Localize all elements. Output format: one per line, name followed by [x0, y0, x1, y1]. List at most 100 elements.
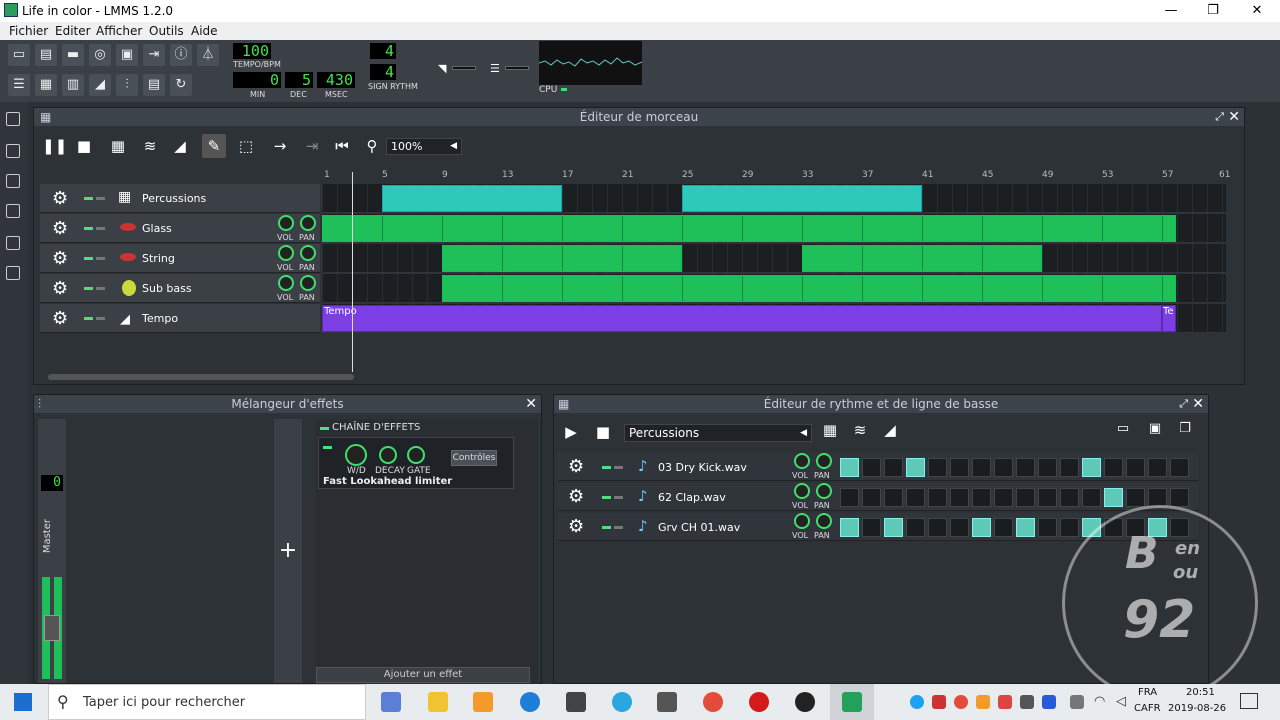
volume-knob[interactable]: [794, 483, 810, 499]
track-grid[interactable]: [322, 274, 1226, 303]
bb-track-gear-icon[interactable]: ⚙: [568, 486, 584, 507]
step-button[interactable]: [840, 458, 859, 477]
step-button[interactable]: [862, 458, 881, 477]
beat-clip[interactable]: [382, 185, 562, 212]
bb-track-gear-icon[interactable]: ⚙: [568, 456, 584, 477]
beat-editor-maximize[interactable]: ⤢: [1179, 395, 1188, 413]
bb-stop-button[interactable]: ■: [592, 421, 614, 443]
mute-led[interactable]: [84, 287, 93, 290]
add-effect-button[interactable]: Ajouter un effet: [316, 667, 530, 683]
track-name[interactable]: Sub bass: [142, 282, 192, 295]
master-volume-slider[interactable]: [452, 66, 476, 70]
controller-rack-icon[interactable]: ↻: [170, 74, 192, 96]
draw-mode-icon[interactable]: ✎: [202, 134, 226, 158]
step-button[interactable]: [1016, 458, 1035, 477]
mute-led[interactable]: [602, 526, 611, 529]
menu-aide[interactable]: Aide: [191, 24, 218, 38]
beat-editor-close[interactable]: ✕: [1192, 395, 1204, 413]
wet-dry-knob[interactable]: [345, 444, 367, 466]
solo-led[interactable]: [96, 227, 105, 230]
menu-afficher[interactable]: Afficher: [96, 24, 142, 38]
track-grid[interactable]: [322, 184, 1226, 213]
track-name[interactable]: Glass: [142, 222, 172, 235]
add-beat-track-icon[interactable]: ▦: [106, 134, 130, 158]
open-project-icon[interactable]: ▬: [62, 44, 84, 66]
info-icon[interactable]: ⓘ: [170, 44, 192, 66]
track-grid[interactable]: [322, 214, 1226, 243]
clock-time[interactable]: 20:51: [1186, 687, 1215, 698]
step-button[interactable]: [950, 458, 969, 477]
step-button[interactable]: [884, 488, 903, 507]
add-automation-icon[interactable]: ◢: [878, 421, 902, 443]
track-settings-gear-icon[interactable]: ⚙: [52, 248, 68, 269]
fx-mixer-close[interactable]: ✕: [525, 395, 537, 413]
beat-editor-icon[interactable]: ▦: [35, 74, 57, 96]
tray-icon[interactable]: [976, 695, 990, 709]
step-button[interactable]: [1170, 458, 1189, 477]
obs-icon[interactable]: [795, 692, 815, 712]
new-project-icon[interactable]: ▭: [8, 44, 30, 66]
track-name[interactable]: Percussions: [142, 192, 206, 205]
close-button[interactable]: ✕: [1234, 1, 1280, 21]
edge-browser-icon[interactable]: [520, 692, 540, 712]
track-grid[interactable]: Tempo Te: [322, 304, 1226, 333]
track-grid[interactable]: [322, 244, 1226, 273]
loop-points-icon[interactable]: ⇥: [300, 134, 324, 158]
remove-steps-icon[interactable]: ▭: [1112, 421, 1134, 443]
step-button[interactable]: [906, 458, 925, 477]
effect-slot[interactable]: W/D DECAY GATE Contrôles Fast Lookahead …: [318, 437, 514, 489]
opera-icon[interactable]: [749, 692, 769, 712]
pattern-clip[interactable]: [322, 215, 1176, 242]
step-button[interactable]: [862, 518, 881, 537]
track-settings-gear-icon[interactable]: ⚙: [52, 308, 68, 329]
step-button[interactable]: [994, 488, 1013, 507]
media-player-icon[interactable]: [473, 692, 493, 712]
step-button[interactable]: [928, 458, 947, 477]
auto-scroll-icon[interactable]: →: [268, 134, 292, 158]
volume-knob[interactable]: [794, 513, 810, 529]
solo-led[interactable]: [614, 496, 623, 499]
step-button[interactable]: [928, 518, 947, 537]
solo-led[interactable]: [96, 257, 105, 260]
volume-knob[interactable]: [278, 245, 294, 261]
step-button[interactable]: [1038, 458, 1057, 477]
track-settings-gear-icon[interactable]: ⚙: [52, 188, 68, 209]
mail-icon[interactable]: [657, 692, 677, 712]
step-button[interactable]: [906, 488, 925, 507]
bb-play-button[interactable]: ▶: [560, 421, 582, 443]
computer-icon[interactable]: [6, 266, 20, 280]
root-directory-icon[interactable]: [6, 236, 20, 250]
step-button[interactable]: [840, 488, 859, 507]
menu-outils[interactable]: Outils: [149, 24, 184, 38]
step-button[interactable]: [862, 488, 881, 507]
track-settings-gear-icon[interactable]: ⚙: [52, 278, 68, 299]
bb-track-name[interactable]: 62 Clap.wav: [658, 491, 726, 504]
time-sig-numerator[interactable]: 4: [370, 43, 396, 59]
maximize-button[interactable]: ❐: [1190, 1, 1236, 21]
step-button[interactable]: [1082, 488, 1101, 507]
step-button[interactable]: [1016, 518, 1035, 537]
volume-knob[interactable]: [278, 275, 294, 291]
my-projects-icon[interactable]: [6, 112, 20, 126]
pattern-select[interactable]: Percussions ◀: [624, 424, 812, 442]
timeline-ruler[interactable]: 1 5 9 13 17 21 25 29 33 37 41 45 49 53 5…: [322, 170, 1230, 184]
zoom-select[interactable]: 100% ◀: [386, 138, 462, 155]
oscilloscope[interactable]: [539, 41, 642, 85]
internet-explorer-icon[interactable]: [612, 692, 632, 712]
automation-clip[interactable]: Tempo: [322, 305, 1162, 332]
song-editor-close[interactable]: ✕: [1228, 108, 1240, 126]
song-editor-icon[interactable]: ☰: [8, 74, 30, 96]
beat-clip[interactable]: [682, 185, 922, 212]
track-name[interactable]: Tempo: [142, 312, 178, 325]
step-button[interactable]: [840, 518, 859, 537]
step-button[interactable]: [928, 488, 947, 507]
bluetooth-icon[interactable]: [1042, 695, 1056, 709]
mute-led[interactable]: [84, 227, 93, 230]
add-sample-track-icon[interactable]: ≋: [138, 134, 162, 158]
pan-knob[interactable]: [300, 275, 316, 291]
solo-led[interactable]: [614, 466, 623, 469]
back-to-start-icon[interactable]: ⏮: [330, 134, 354, 158]
step-button[interactable]: [884, 458, 903, 477]
step-button[interactable]: [1104, 458, 1123, 477]
step-button[interactable]: [884, 518, 903, 537]
